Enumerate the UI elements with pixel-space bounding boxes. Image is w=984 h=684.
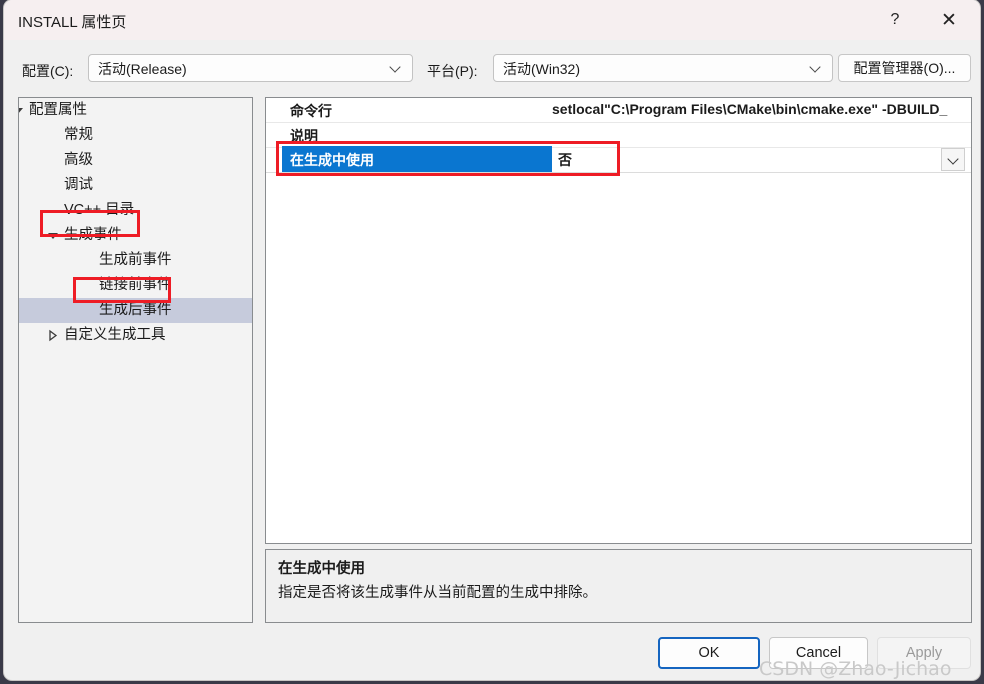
sidebar-item-2[interactable]: 高级 [19,148,252,173]
sidebar-item-label: 生成前事件 [99,252,172,268]
expander-collapsed-icon[interactable] [46,323,60,348]
sidebar-item-label: 生成后事件 [99,302,172,318]
sidebar-item-4[interactable]: VC++ 目录 [19,198,252,223]
help-icon[interactable]: ? [872,0,918,40]
row-value: 否 [558,152,572,168]
description-panel: 在生成中使用 指定是否将该生成事件从当前配置的生成中排除。 [265,549,972,623]
sidebar-item-7[interactable]: 链接前事件 [19,273,252,298]
sidebar-item-label: 配置属性 [29,102,87,118]
sidebar-item-label: 高级 [64,152,93,168]
table-row[interactable]: 命令行 setlocal"C:\Program Files\CMake\bin\… [266,98,971,123]
sidebar-item-6[interactable]: 生成前事件 [19,248,252,273]
sidebar-item-3[interactable]: 调试 [19,173,252,198]
table-row-selected[interactable]: 在生成中使用 否 [266,146,971,173]
title-bar: INSTALL 属性页 ? ✕ [4,0,980,40]
platform-dropdown[interactable]: 活动(Win32) [493,54,833,82]
page-title: INSTALL 属性页 [18,14,127,31]
sidebar-item-label: 生成事件 [64,227,122,243]
sidebar-item-1[interactable]: 常规 [19,123,252,148]
row-value: setlocal"C:\Program Files\CMake\bin\cmak… [552,101,948,117]
sidebar-item-5[interactable]: 生成事件 [19,223,252,248]
sidebar-item-8[interactable]: 生成后事件 [19,298,252,323]
property-tree[interactable]: 配置属性常规高级调试 VC++ 目录 生成事件生成前事件链接前事件生成后事件自定义生… [18,97,253,623]
chevron-down-icon [390,60,404,74]
description-text: 指定是否将该生成事件从当前配置的生成中排除。 [278,585,597,601]
platform-dropdown-value: 活动(Win32) [503,61,581,77]
expander-open-icon[interactable] [19,98,25,123]
expander-open-icon[interactable] [46,223,60,248]
close-icon[interactable]: ✕ [926,0,972,40]
sidebar-item-label: 调试 [64,177,93,193]
sidebar-item-label: 链接前事件 [99,277,172,293]
row-name: 说明 [290,128,318,144]
watermark: CSDN @Zhao-Jichao [759,658,952,680]
sidebar-item-label: 常规 [64,127,93,143]
ok-button[interactable]: OK [658,637,760,669]
chevron-down-icon [810,60,824,74]
row-name: 命令行 [290,103,332,119]
sidebar-item-label: VC++ 目录 [64,202,135,218]
description-title: 在生成中使用 [278,561,365,577]
property-grid[interactable]: 命令行 setlocal"C:\Program Files\CMake\bin\… [265,97,972,544]
platform-label: 平台(P): [427,63,478,79]
row-value-dropdown-button[interactable] [941,148,965,171]
config-manager-button[interactable]: 配置管理器(O)... [838,54,971,82]
config-dropdown-value: 活动(Release) [98,61,187,77]
sidebar-item-9[interactable]: 自定义生成工具 [19,323,252,348]
row-name: 在生成中使用 [290,152,374,168]
table-row[interactable]: 说明 [266,123,971,148]
property-pages-dialog: INSTALL 属性页 ? ✕ 配置(C): 活动(Release) 平台(P)… [4,0,980,680]
config-label: 配置(C): [22,63,74,79]
sidebar-item-label: 自定义生成工具 [64,327,166,343]
sidebar-item-0[interactable]: 配置属性 [19,98,252,123]
config-dropdown[interactable]: 活动(Release) [88,54,413,82]
